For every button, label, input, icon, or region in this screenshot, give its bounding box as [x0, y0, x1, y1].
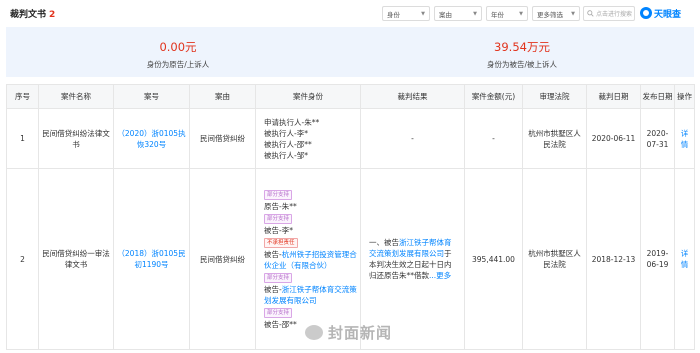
- defendant-summary: 39.54万元 身份为被告/被上诉人: [350, 27, 694, 77]
- col-amount: 案件金额(元): [464, 84, 523, 109]
- cause-filter-label: 案由: [439, 10, 452, 19]
- search-icon: [587, 10, 594, 17]
- amount-summary: 0.00元 身份为原告/上诉人 39.54万元 身份为被告/被上诉人: [6, 27, 694, 77]
- case-amount: -: [464, 108, 523, 169]
- section-title-text: 裁判文书: [10, 10, 47, 20]
- judge-date: 2018-12-13: [586, 168, 641, 350]
- col-court: 审理法院: [522, 84, 587, 109]
- plaintiff-label: 身份为原告/上诉人: [146, 60, 210, 69]
- result-prefix: 一、被告: [369, 238, 399, 247]
- case-result: -: [360, 108, 465, 169]
- verdict-tag: 部分支持: [264, 273, 293, 283]
- chevron-down-icon: ▼: [571, 10, 575, 17]
- identity-filter-dropdown[interactable]: 身份 ▼: [382, 6, 430, 21]
- header: 裁判文书 2 身份 ▼ 案由 ▼ 年份 ▼ 更多筛选 ▼ 点击进行搜索 天眼查: [0, 0, 700, 26]
- weibo-logo-icon: [305, 324, 323, 340]
- col-case-number: 案号: [113, 84, 190, 109]
- plaintiff-summary: 0.00元 身份为原告/上诉人: [6, 27, 350, 77]
- year-filter-dropdown[interactable]: 年份 ▼: [486, 6, 528, 21]
- chevron-down-icon: ▼: [473, 10, 477, 17]
- col-judge-date: 裁判日期: [586, 84, 641, 109]
- case-number-link[interactable]: （2018）浙0105民初1190号: [113, 168, 190, 350]
- judgment-table: 序号 案件名称 案号 案由 案件身份 裁判结果 案件金额(元) 审理法院 裁判日…: [6, 84, 695, 350]
- watermark-text: 封面新闻: [328, 323, 393, 342]
- role-entry: 被执行人-李*: [264, 128, 308, 138]
- role-entry: 被告-李*: [264, 226, 293, 235]
- role-entry: 被告-浙江铁子帮体育交流策划发展有限公司: [264, 285, 357, 305]
- more-filters-label: 更多筛选: [537, 10, 563, 19]
- identity-filter-label: 身份: [387, 10, 400, 19]
- brand-logo: 天眼查: [640, 5, 681, 21]
- chevron-down-icon: ▼: [421, 10, 425, 17]
- verdict-tag: 部分支持: [264, 308, 293, 318]
- verdict-tag: 部分支持: [264, 190, 293, 200]
- court-name: 杭州市拱墅区人民法院: [522, 108, 587, 169]
- role-entry: 被执行人-邹*: [264, 150, 308, 160]
- role-entry: 被告-杭州铁子招投资管理合伙企业（有限合伙）: [264, 250, 357, 270]
- detail-link[interactable]: 详情: [674, 168, 695, 350]
- col-publish-date: 发布日期: [640, 84, 675, 109]
- section-title: 裁判文书 2: [10, 7, 55, 20]
- table-header-row: 序号 案件名称 案号 案由 案件身份 裁判结果 案件金额(元) 审理法院 裁判日…: [6, 84, 695, 109]
- row-index: 1: [6, 108, 39, 169]
- eye-logo-icon: [640, 7, 652, 19]
- col-role: 案件身份: [255, 84, 361, 109]
- watermark: 封面新闻: [305, 322, 392, 342]
- case-cause: 民间借贷纠纷: [189, 168, 256, 350]
- detail-link[interactable]: 详情: [674, 108, 695, 169]
- col-action: 操作: [674, 84, 695, 109]
- col-index: 序号: [6, 84, 39, 109]
- chevron-down-icon: ▼: [519, 10, 523, 17]
- verdict-tag: 部分支持: [264, 214, 293, 224]
- role-entry: 申请执行人-朱**: [264, 117, 320, 127]
- plaintiff-amount: 0.00元: [159, 40, 197, 54]
- year-filter-label: 年份: [491, 10, 504, 19]
- company-link[interactable]: 杭州铁子招投资管理合伙企业（有限合伙）: [264, 250, 357, 270]
- case-amount: 395,441.00: [464, 168, 523, 350]
- case-roles: 申请执行人-朱** 被执行人-李* 被执行人-邵** 被执行人-邹*: [255, 108, 361, 169]
- publish-date: 2019-06-19: [640, 168, 675, 350]
- brand-name: 天眼查: [654, 9, 682, 20]
- search-input[interactable]: 点击进行搜索: [583, 6, 635, 21]
- verdict-tag: 不承担责任: [264, 238, 298, 248]
- role-entry: 原告-朱**: [264, 202, 297, 211]
- case-number-link[interactable]: （2020）浙0105执恢320号: [113, 108, 190, 169]
- case-name: 民间借贷纠纷一审法律文书: [38, 168, 114, 350]
- company-link[interactable]: 浙江铁子帮体育交流策划发展有限公司: [264, 285, 357, 305]
- more-link[interactable]: ...更多: [429, 271, 451, 280]
- search-placeholder: 点击进行搜索: [596, 11, 633, 18]
- defendant-amount: 39.54万元: [494, 40, 550, 54]
- cause-filter-dropdown[interactable]: 案由 ▼: [434, 6, 482, 21]
- publish-date: 2020-07-31: [640, 108, 675, 169]
- col-case-name: 案件名称: [38, 84, 114, 109]
- role-entry: 被执行人-邵**: [264, 139, 312, 149]
- court-name: 杭州市拱墅区人民法院: [522, 168, 587, 350]
- case-cause: 民间借贷纠纷: [189, 108, 256, 169]
- col-result: 裁判结果: [360, 84, 465, 109]
- table-row: 1 民间借贷纠纷法律文书 （2020）浙0105执恢320号 民间借贷纠纷 申请…: [6, 108, 695, 169]
- document-count: 2: [49, 10, 56, 20]
- case-name: 民间借贷纠纷法律文书: [38, 108, 114, 169]
- judge-date: 2020-06-11: [586, 108, 641, 169]
- defendant-label: 身份为被告/被上诉人: [486, 60, 558, 69]
- more-filters-dropdown[interactable]: 更多筛选 ▼: [532, 6, 580, 21]
- row-index: 2: [6, 168, 39, 350]
- col-cause: 案由: [189, 84, 256, 109]
